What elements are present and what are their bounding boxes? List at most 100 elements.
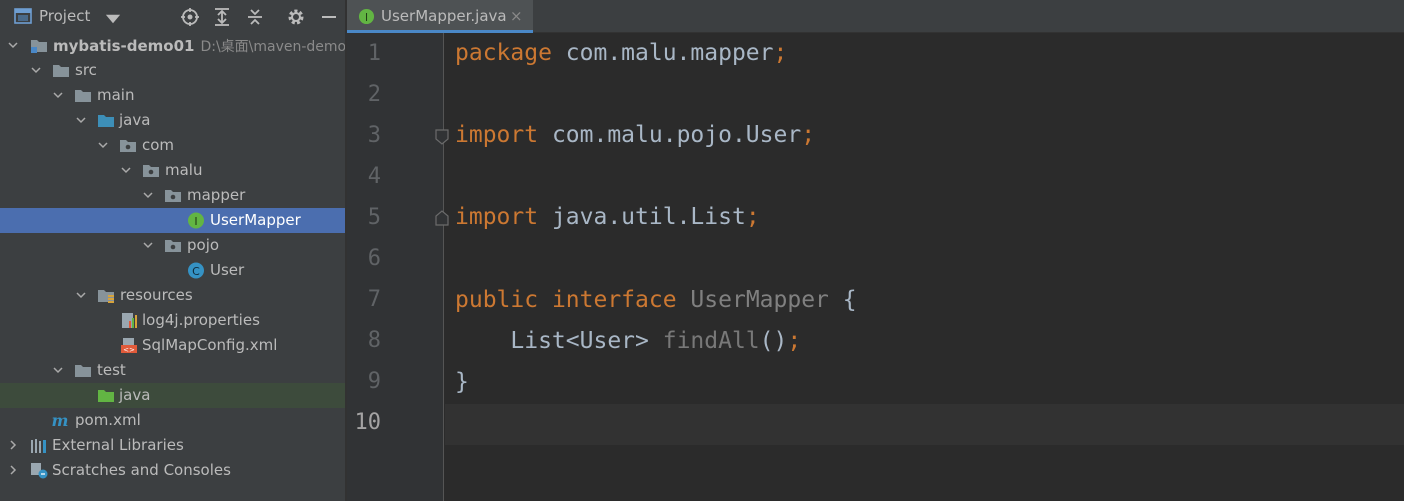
tree-item-scratches-and-consoles[interactable]: Scratches and Consoles <box>0 458 345 483</box>
hide-panel-icon[interactable] <box>319 7 339 27</box>
line-number-current: 10 <box>354 410 382 435</box>
svg-text:I: I <box>365 12 368 24</box>
tree-item-project-root[interactable]: mybatis-demo01 D:\桌面\maven-demo\ <box>0 33 345 58</box>
package-icon <box>143 165 159 177</box>
project-panel: Project mybatis-demo01 D:\桌面\maven-demo\… <box>0 0 345 501</box>
tree-item-main[interactable]: main <box>0 83 345 108</box>
fold-marker-icon[interactable] <box>435 210 449 226</box>
chevron-right-icon[interactable] <box>7 464 19 476</box>
keyword: package <box>455 40 552 66</box>
locate-icon[interactable] <box>180 7 200 27</box>
chevron-right-icon[interactable] <box>7 439 19 451</box>
scratches-icon <box>31 463 48 479</box>
return-type: List<User> <box>510 328 649 354</box>
tree-item-log4j-properties[interactable]: log4j.properties <box>0 308 345 333</box>
expand-all-icon[interactable] <box>212 7 232 27</box>
maven-icon: m <box>52 412 69 429</box>
tree-item-src[interactable]: src <box>0 58 345 83</box>
tree-item-malu[interactable]: malu <box>0 158 345 183</box>
tree-item-com[interactable]: com <box>0 133 345 158</box>
resources-folder-icon <box>98 290 114 303</box>
test-source-folder-icon <box>98 390 114 402</box>
code-line-7: public interface UserMapper { <box>455 287 857 317</box>
close-tab-icon[interactable]: × <box>510 7 523 25</box>
svg-text:I: I <box>194 215 197 228</box>
tree-label: Scratches and Consoles <box>52 461 231 479</box>
project-path: D:\桌面\maven-demo\ <box>200 39 345 55</box>
project-name: mybatis-demo01 <box>53 37 195 55</box>
module-folder-icon <box>31 40 47 53</box>
interface-icon: I <box>358 8 375 25</box>
tree-item-test-java[interactable]: java <box>0 383 345 408</box>
editor-tab-bar: I UserMapper.java × <box>347 0 1404 33</box>
code-line-1: package com.malu.mapper; <box>455 40 787 70</box>
semicolon: ; <box>801 122 816 148</box>
tree-item-mapper[interactable]: mapper <box>0 183 345 208</box>
interface-name: UserMapper <box>676 287 829 313</box>
line-number-gutter: 1 2 3 4 5 6 7 8 9 10 <box>347 33 449 501</box>
chevron-down-icon[interactable] <box>142 239 154 251</box>
view-dropdown-chevron-icon[interactable] <box>103 9 123 29</box>
folder-icon <box>53 65 69 77</box>
tree-label: malu <box>165 161 203 179</box>
code-line-9: } <box>455 369 469 399</box>
tree-label: mapper <box>187 186 246 204</box>
tree-label: External Libraries <box>52 436 184 454</box>
tree-label: UserMapper <box>210 211 301 229</box>
fold-marker-icon[interactable] <box>435 129 449 145</box>
chevron-down-icon[interactable] <box>97 139 109 151</box>
collapse-all-icon[interactable] <box>245 7 265 27</box>
chevron-down-icon[interactable] <box>142 189 154 201</box>
line-number: 7 <box>367 287 381 312</box>
chevron-down-icon[interactable] <box>52 89 64 101</box>
settings-icon[interactable] <box>286 7 306 27</box>
tree-label: pojo <box>187 236 220 254</box>
folder-icon <box>75 365 91 377</box>
parens: () <box>759 328 788 354</box>
tree-item-pojo[interactable]: pojo <box>0 233 345 258</box>
xml-file-icon: <> <box>121 338 137 354</box>
semicolon: ; <box>787 328 802 354</box>
semicolon: ; <box>745 204 760 230</box>
line-number: 5 <box>367 205 381 230</box>
chevron-down-icon[interactable] <box>75 114 87 126</box>
tree-label: resources <box>120 286 193 304</box>
chevron-down-icon[interactable] <box>30 64 42 76</box>
tree-label: User <box>210 261 245 279</box>
brace: { <box>828 287 857 313</box>
tree-item-sqlmapconfig-xml[interactable]: <> SqlMapConfig.xml <box>0 333 345 358</box>
folder-icon <box>75 90 91 102</box>
project-panel-title[interactable]: Project <box>39 7 90 25</box>
tree-label: java <box>119 386 151 404</box>
svg-text:m: m <box>52 412 69 429</box>
method-name: findAll <box>648 328 760 354</box>
interface-icon: I <box>188 212 204 229</box>
code-line-3: import com.malu.pojo.User; <box>455 122 815 152</box>
package-icon <box>165 240 181 252</box>
tree-item-resources[interactable]: resources <box>0 283 345 308</box>
chevron-down-icon[interactable] <box>7 39 19 51</box>
tree-label: SqlMapConfig.xml <box>142 336 278 354</box>
tree-item-user[interactable]: C User <box>0 258 345 283</box>
line-number: 4 <box>367 164 381 189</box>
tree-item-usermapper[interactable]: I UserMapper <box>0 208 345 233</box>
line-number: 2 <box>367 82 381 107</box>
chevron-down-icon[interactable] <box>75 289 87 301</box>
package-icon <box>120 140 136 152</box>
tree-label: log4j.properties <box>142 311 260 329</box>
tree-item-pom-xml[interactable]: m pom.xml <box>0 408 345 433</box>
chevron-down-icon[interactable] <box>52 364 64 376</box>
current-line-highlight <box>445 404 1404 445</box>
tree-item-external-libraries[interactable]: External Libraries <box>0 433 345 458</box>
tab-usermapper-java[interactable]: I UserMapper.java × <box>347 0 533 33</box>
svg-text:C: C <box>192 265 200 278</box>
tree-item-test[interactable]: test <box>0 358 345 383</box>
tree-item-java[interactable]: java <box>0 108 345 133</box>
line-number: 1 <box>367 41 381 66</box>
code-line-8: List<User> findAll(); <box>455 328 801 358</box>
line-number: 8 <box>367 328 381 353</box>
keyword: interface <box>538 287 677 313</box>
class-icon: C <box>188 262 204 279</box>
chevron-down-icon[interactable] <box>120 164 132 176</box>
